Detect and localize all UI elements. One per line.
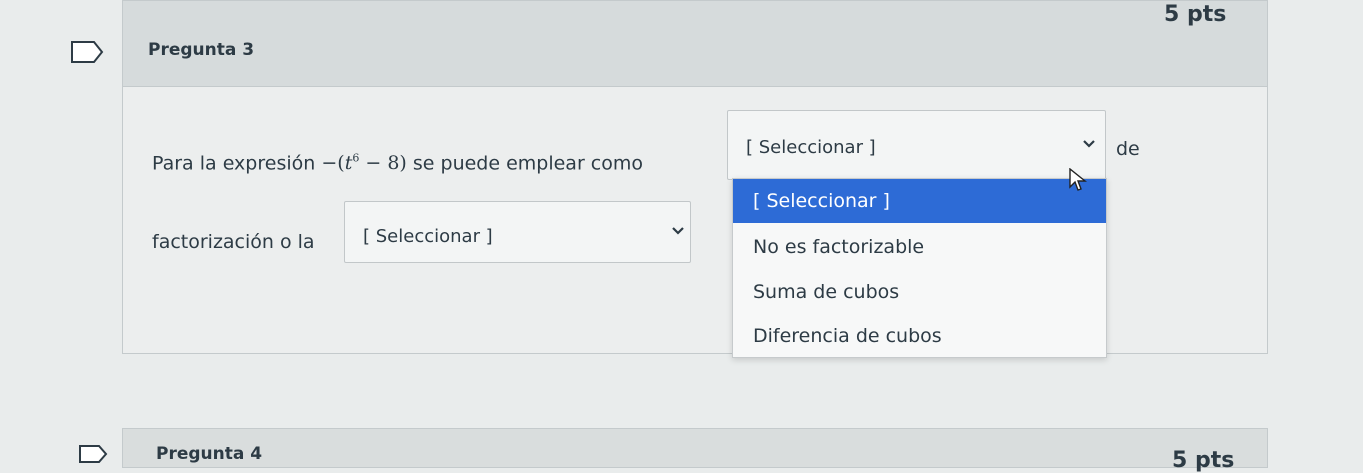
question-4-title: Pregunta 4: [156, 444, 263, 464]
option-no-es-factorizable[interactable]: No es factorizable: [733, 225, 1106, 269]
flag-question-icon[interactable]: [70, 40, 104, 64]
chevron-down-icon: [672, 227, 684, 235]
text-factorization: factorización o la: [152, 231, 315, 253]
flag-question-icon[interactable]: [78, 444, 108, 464]
dropdown-1-value: [ Seleccionar ]: [746, 137, 876, 158]
chevron-down-icon: [1083, 140, 1095, 148]
question-points: 5 pts: [1164, 2, 1227, 27]
dropdown-2-value: [ Seleccionar ]: [363, 226, 493, 247]
question-text-part1: Para la expresión −(t6 − 8) se puede emp…: [152, 152, 643, 174]
option-suma-de-cubos[interactable]: Suma de cubos: [733, 270, 1106, 314]
text-after-math: se puede emplear como: [412, 152, 644, 175]
option-seleccionar[interactable]: [ Seleccionar ]: [733, 179, 1106, 223]
dropdown-select-1[interactable]: [ Seleccionar ]: [727, 110, 1106, 180]
text-before-math: Para la expresión: [152, 152, 316, 175]
option-diferencia-de-cubos[interactable]: Diferencia de cubos: [733, 314, 1106, 358]
question-title: Pregunta 3: [148, 40, 255, 60]
dropdown-select-2[interactable]: [ Seleccionar ]: [344, 201, 691, 263]
math-expression: −(t6 − 8): [321, 152, 407, 175]
mouse-cursor-icon: [1069, 168, 1087, 191]
question-4-card: [122, 428, 1268, 468]
question-header: [123, 1, 1267, 87]
text-de: de: [1116, 138, 1140, 160]
dropdown-options-list: [ Seleccionar ] No es factorizable Suma …: [732, 178, 1107, 358]
